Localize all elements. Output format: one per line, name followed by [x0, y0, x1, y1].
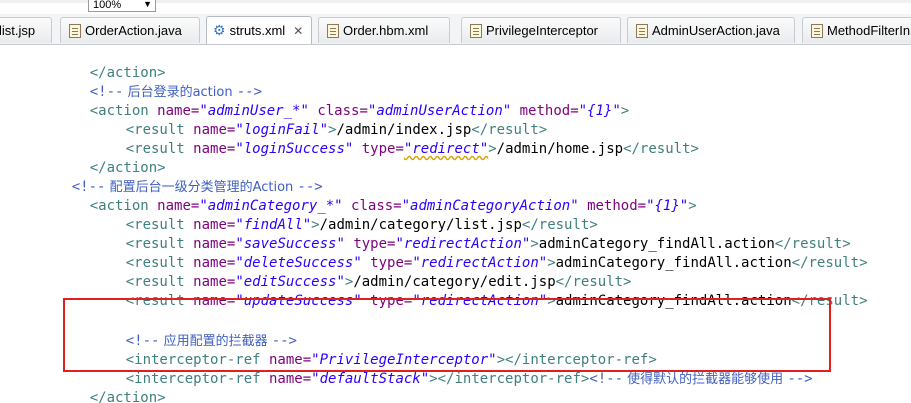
tab-struts-xml[interactable]: ⚙ struts.xml ✕: [206, 16, 312, 44]
tab-label: PrivilegeInterceptor: [486, 23, 598, 38]
xml-file-icon: [327, 23, 339, 38]
tab-label: list.jsp: [0, 23, 36, 38]
code-line: <interceptor-ref name="defaultStack"></i…: [125, 371, 813, 387]
tab-label: OrderAction.java: [85, 23, 182, 38]
tab-adminuseraction-java[interactable]: AdminUserAction.java: [627, 17, 795, 43]
tab-label: AdminUserAction.java: [652, 23, 780, 38]
code-line: <action name="adminCategory_*" class="ad…: [89, 198, 697, 214]
java-file-icon: [636, 23, 648, 38]
code-line: <action name="adminUser_*" class="adminU…: [89, 103, 630, 119]
code-line: <result name="editSuccess">/admin/catego…: [125, 274, 632, 290]
tab-orderaction-java[interactable]: OrderAction.java: [60, 17, 200, 43]
tab-methodfilterinterceptor[interactable]: MethodFilterIn: [802, 17, 911, 43]
zoom-select[interactable]: 100% ▼: [88, 0, 156, 12]
close-icon[interactable]: ✕: [293, 24, 303, 38]
tab-label: Order.hbm.xml: [343, 23, 429, 38]
tab-privilegeinterceptor[interactable]: PrivilegeInterceptor: [461, 17, 621, 43]
code-line: </action>: [89, 160, 166, 176]
code-line: <!-- 配置后台一级分类管理的Action -->: [71, 179, 323, 195]
code-line: <result name="loginFail">/admin/index.js…: [125, 122, 548, 138]
chevron-down-icon[interactable]: ▼: [143, 0, 152, 9]
code-line: </action>: [89, 390, 166, 403]
code-line: <result name="deleteSuccess" type="redir…: [125, 255, 868, 271]
tab-order-hbm-xml[interactable]: Order.hbm.xml: [318, 17, 450, 43]
tab-list-jsp[interactable]: list.jsp: [0, 17, 52, 43]
code-line: <result name="loginSuccess" type="redire…: [125, 141, 699, 157]
zoom-value: 100%: [93, 0, 122, 11]
xml-gear-icon: ⚙: [213, 22, 226, 38]
code-editor[interactable]: </action> <!-- 后台登录的action --> <action n…: [0, 45, 911, 403]
code-line: <result name="saveSuccess" type="redirec…: [125, 236, 851, 252]
code-line: <result name="findAll">/admin/category/l…: [125, 217, 598, 233]
code-line: <result name="updateSuccess" type="redir…: [125, 293, 868, 309]
code-line: </action>: [89, 65, 166, 81]
tab-label: struts.xml: [229, 23, 286, 38]
code-line: <!-- 应用配置的拦截器 -->: [125, 333, 297, 349]
class-file-icon: [811, 23, 823, 38]
editor-tab-bar: list.jsp OrderAction.java ⚙ struts.xml ✕…: [0, 14, 911, 45]
code-line: <interceptor-ref name="PrivilegeIntercep…: [125, 352, 657, 368]
tab-label: MethodFilterIn: [827, 23, 911, 38]
java-file-icon: [470, 23, 482, 38]
code-line: <!-- 后台登录的action -->: [89, 84, 263, 100]
java-file-icon: [69, 23, 81, 38]
